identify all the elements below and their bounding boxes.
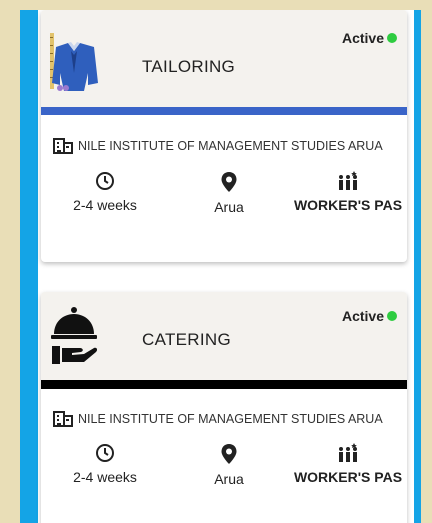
card-header: Active CATERING bbox=[41, 292, 407, 380]
people-group-icon bbox=[339, 443, 357, 462]
active-dot-icon bbox=[387, 311, 397, 321]
map-pin-icon bbox=[221, 444, 237, 464]
header-accent-bar bbox=[41, 380, 407, 389]
catering-cloche-icon bbox=[51, 307, 98, 364]
status-label: Active bbox=[341, 30, 384, 46]
card-header: Active TAILORING bbox=[41, 10, 407, 107]
institute-row: NILE INSTITUTE OF MANAGEMENT STUDIES ARU… bbox=[41, 121, 407, 171]
clock-icon bbox=[96, 172, 114, 190]
course-meta-row: 2-4 weeks Arua WORKER'S PAS bbox=[41, 171, 407, 239]
course-list[interactable]: Active TAILORING NILE INSTITUTE OF MANAG… bbox=[38, 10, 414, 523]
duration-info: 2-4 weeks bbox=[41, 443, 169, 511]
course-title: TAILORING bbox=[142, 57, 236, 76]
institute-row: NILE INSTITUTE OF MANAGEMENT STUDIES ARU… bbox=[41, 395, 407, 443]
institute-name: NILE INSTITUTE OF MANAGEMENT STUDIES ARU… bbox=[78, 139, 383, 153]
location-label: Arua bbox=[214, 199, 244, 215]
institute-name: NILE INSTITUTE OF MANAGEMENT STUDIES ARU… bbox=[78, 412, 383, 426]
requirement-info: WORKER'S PAS bbox=[289, 443, 407, 511]
status-badge: Active bbox=[342, 308, 397, 324]
course-title: CATERING bbox=[142, 330, 231, 349]
course-meta-row: 2-4 weeks Arua WORKER'S PAS bbox=[41, 443, 407, 511]
device-frame: Active TAILORING NILE INSTITUTE OF MANAG… bbox=[20, 10, 421, 523]
course-card[interactable]: Active TAILORING NILE INSTITUTE OF MANAG… bbox=[41, 10, 407, 262]
building-icon bbox=[53, 411, 73, 427]
location-info: Arua bbox=[169, 443, 289, 511]
requirement-label: WORKER'S PAS bbox=[293, 469, 403, 485]
course-card[interactable]: Active CATERING NILE INSTITUTE OF MANAGE… bbox=[41, 292, 407, 523]
location-label: Arua bbox=[214, 471, 244, 487]
location-info: Arua bbox=[169, 171, 289, 239]
header-accent-bar bbox=[41, 107, 407, 115]
status-label: Active bbox=[341, 308, 384, 324]
requirement-info: WORKER'S PAS bbox=[289, 171, 407, 239]
tailoring-suit-icon bbox=[50, 33, 98, 91]
duration-info: 2-4 weeks bbox=[41, 171, 169, 239]
map-pin-icon bbox=[221, 172, 237, 192]
active-dot-icon bbox=[387, 33, 397, 43]
requirement-label: WORKER'S PAS bbox=[293, 197, 403, 213]
duration-label: 2-4 weeks bbox=[73, 469, 137, 485]
building-icon bbox=[53, 138, 73, 154]
status-badge: Active bbox=[342, 30, 397, 46]
clock-icon bbox=[96, 444, 114, 462]
people-group-icon bbox=[339, 171, 357, 190]
duration-label: 2-4 weeks bbox=[73, 197, 137, 213]
